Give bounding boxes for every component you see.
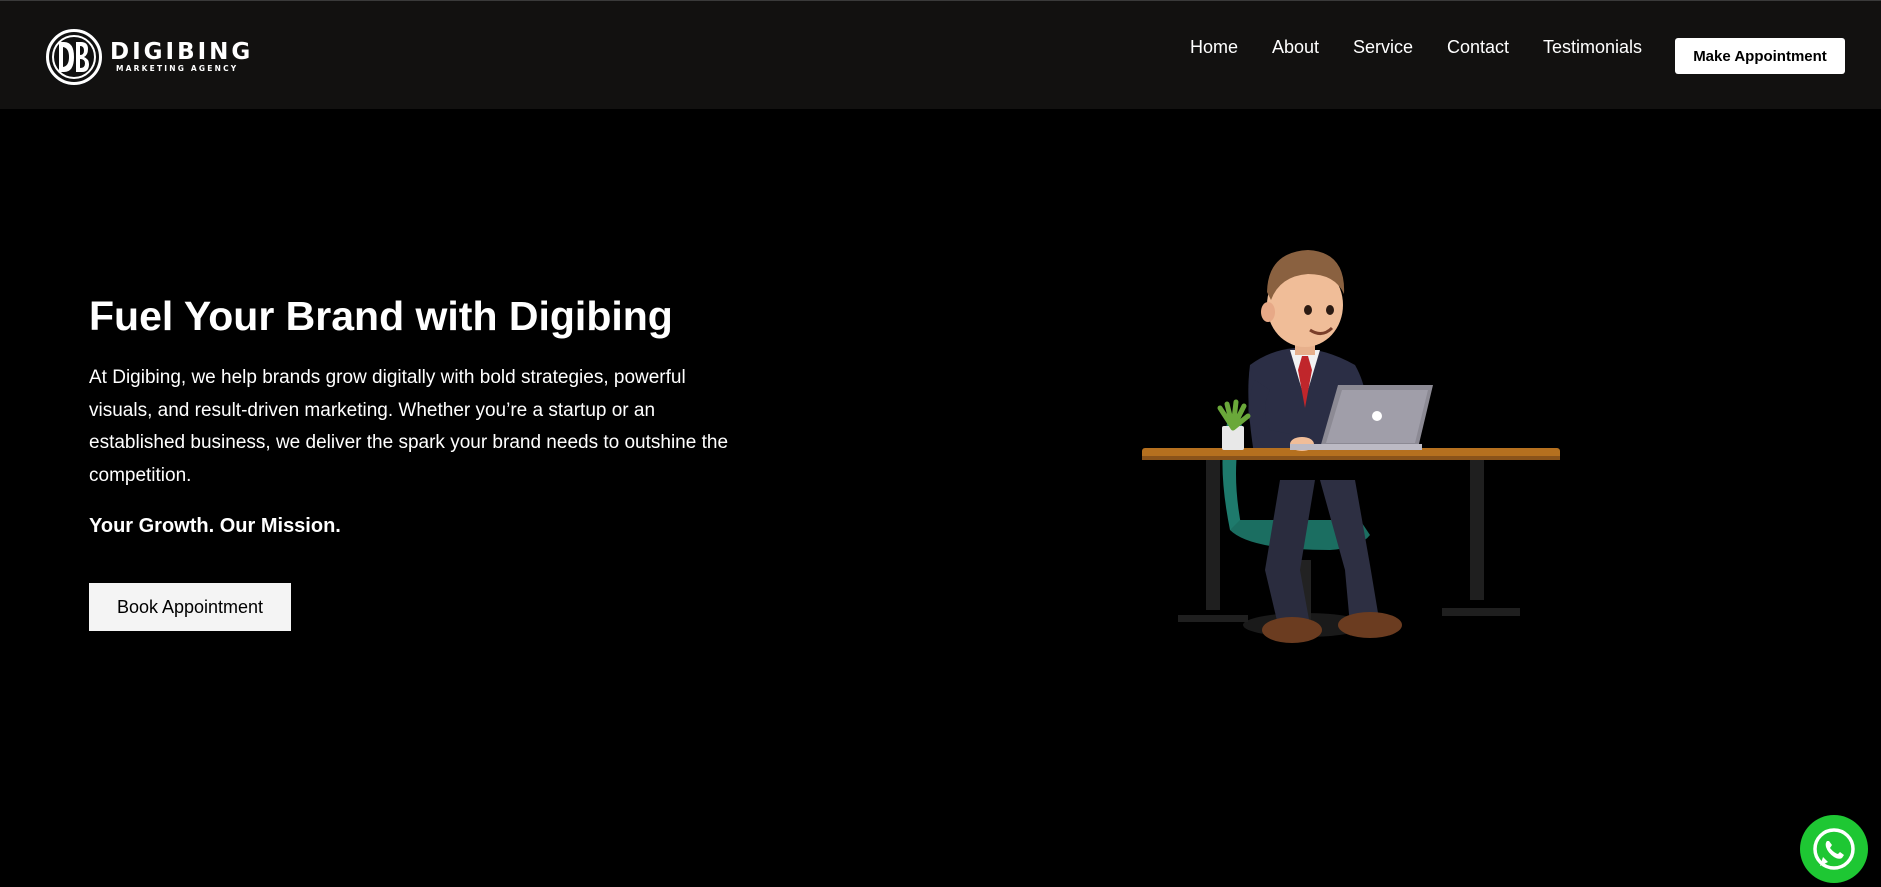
businessman-illustration xyxy=(1130,230,1570,670)
hero-tagline: Your Growth. Our Mission. xyxy=(89,515,341,537)
nav-about[interactable]: About xyxy=(1272,37,1319,58)
main-nav: Home About Service Contact Testimonials xyxy=(0,37,1881,61)
nav-contact[interactable]: Contact xyxy=(1447,37,1509,58)
make-appointment-button[interactable]: Make Appointment xyxy=(1675,38,1845,74)
nav-testimonials[interactable]: Testimonials xyxy=(1543,37,1642,58)
whatsapp-icon xyxy=(1813,828,1855,870)
navbar: DIGIBING MARKETING AGENCY Home About Ser… xyxy=(0,1,1881,109)
nav-home[interactable]: Home xyxy=(1190,37,1238,58)
hero-title: Fuel Your Brand with Digibing xyxy=(89,293,673,339)
hero-description: At Digibing, we help brands grow digital… xyxy=(89,367,729,486)
nav-service[interactable]: Service xyxy=(1353,37,1413,58)
book-appointment-button[interactable]: Book Appointment xyxy=(89,583,291,631)
whatsapp-button[interactable] xyxy=(1800,815,1868,883)
logo-subtitle: MARKETING AGENCY xyxy=(116,64,239,73)
